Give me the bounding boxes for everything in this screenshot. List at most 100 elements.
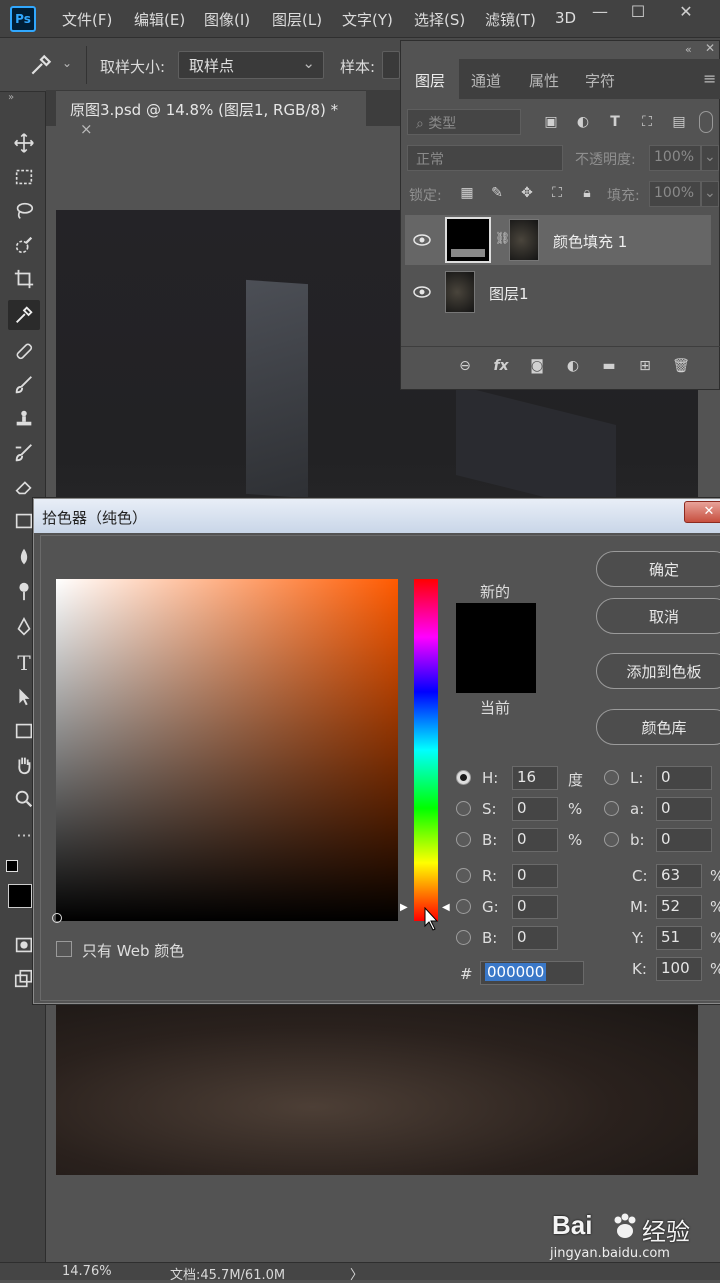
sample-size-select[interactable]: 取样点 ⌄ xyxy=(178,51,324,79)
layer-name[interactable]: 颜色填充 1 xyxy=(553,231,627,252)
new-layer-icon[interactable]: ⊞ xyxy=(635,356,655,376)
quick-selection-tool-icon[interactable] xyxy=(8,230,40,260)
add-to-swatches-button[interactable]: 添加到色板 xyxy=(596,653,720,689)
blue-input[interactable]: 0 xyxy=(512,926,558,950)
saturation-brightness-field[interactable] xyxy=(56,579,398,921)
hue-slider-left-arrow[interactable]: ▶ xyxy=(400,902,408,913)
menu-select[interactable]: 选择(S) xyxy=(414,9,465,30)
document-tab[interactable]: 原图3.psd @ 14.8% (图层1, RGB/8) * × xyxy=(56,90,366,138)
crop-tool-icon[interactable] xyxy=(8,264,40,294)
layer-row-layer1[interactable]: 图层1 xyxy=(405,267,711,317)
minimize-button[interactable]: — xyxy=(582,0,618,22)
menu-type[interactable]: 文字(Y) xyxy=(342,9,393,30)
web-only-checkbox[interactable] xyxy=(56,941,72,957)
visibility-eye-icon[interactable] xyxy=(413,285,431,299)
opacity-input[interactable]: 100% xyxy=(649,145,701,171)
color-cursor[interactable] xyxy=(52,913,62,923)
smart-object-filter-icon[interactable]: ▤ xyxy=(669,112,689,132)
chevron-down-icon[interactable]: ⌄ xyxy=(62,56,72,70)
brightness-input[interactable]: 0 xyxy=(512,828,558,852)
maximize-button[interactable]: ☐ xyxy=(620,0,656,22)
current-color-swatch[interactable] xyxy=(456,649,536,693)
marquee-tool-icon[interactable] xyxy=(8,162,40,192)
eyedropper-tool-icon[interactable] xyxy=(8,300,40,330)
ok-button[interactable]: 确定 xyxy=(596,551,720,587)
zoom-level[interactable]: 14.76% xyxy=(62,1264,112,1279)
filter-kind-select[interactable]: ⌕ 类型 xyxy=(407,109,521,135)
panel-menu-icon[interactable]: ≡ xyxy=(703,69,716,88)
tab-channels[interactable]: 通道 xyxy=(457,59,515,99)
collapse-arrows-icon[interactable]: » xyxy=(8,92,14,103)
radio-b-lab[interactable] xyxy=(604,832,619,847)
clone-stamp-tool-icon[interactable] xyxy=(8,404,40,434)
color-libraries-button[interactable]: 颜色库 xyxy=(596,709,720,745)
new-group-icon[interactable]: ▬ xyxy=(599,356,619,376)
fill-input[interactable]: 100% xyxy=(649,181,701,207)
hex-input[interactable]: 000000 xyxy=(480,961,584,985)
menu-edit[interactable]: 编辑(E) xyxy=(134,9,185,30)
menu-filter[interactable]: 滤镜(T) xyxy=(485,9,536,30)
shape-filter-icon[interactable]: ⛶ xyxy=(637,112,657,132)
radio-l[interactable] xyxy=(604,770,619,785)
black-input[interactable]: 100 xyxy=(656,957,702,981)
radio-saturation[interactable] xyxy=(456,801,471,816)
sample-select[interactable] xyxy=(382,51,400,79)
collapse-panel-icon[interactable]: « xyxy=(685,43,692,56)
opacity-dropdown[interactable]: ⌄ xyxy=(701,145,719,171)
b-lab-input[interactable]: 0 xyxy=(656,828,712,852)
menu-image[interactable]: 图像(I) xyxy=(204,9,250,30)
lock-all-icon[interactable]: 🔒︎ xyxy=(577,183,597,203)
menu-file[interactable]: 文件(F) xyxy=(62,9,112,30)
tab-properties[interactable]: 属性 xyxy=(515,59,573,99)
hue-input[interactable]: 16 xyxy=(512,766,558,790)
link-layers-icon[interactable]: ⊖ xyxy=(455,356,475,376)
a-input[interactable]: 0 xyxy=(656,797,712,821)
lasso-tool-icon[interactable] xyxy=(8,196,40,226)
fill-dropdown[interactable]: ⌄ xyxy=(701,181,719,207)
adjustment-filter-icon[interactable]: ◐ xyxy=(573,112,593,132)
layer-row-color-fill[interactable]: ⛓ 颜色填充 1 xyxy=(405,215,711,265)
eyedropper-tool-preset-icon[interactable] xyxy=(28,52,54,78)
yellow-input[interactable]: 51 xyxy=(656,926,702,950)
radio-brightness[interactable] xyxy=(456,832,471,847)
fill-color-thumbnail[interactable] xyxy=(445,217,491,263)
close-tab-icon[interactable]: × xyxy=(80,120,93,138)
layer-thumbnail[interactable] xyxy=(445,271,475,313)
green-input[interactable]: 0 xyxy=(512,895,558,919)
layer-mask-thumbnail[interactable] xyxy=(509,219,539,261)
tab-layers[interactable]: 图层 xyxy=(401,59,460,99)
l-input[interactable]: 0 xyxy=(656,766,712,790)
healing-brush-tool-icon[interactable] xyxy=(8,336,40,366)
move-tool-icon[interactable] xyxy=(8,128,40,158)
pixel-filter-icon[interactable]: ▣ xyxy=(541,112,561,132)
menu-layer[interactable]: 图层(L) xyxy=(272,9,322,30)
radio-red[interactable] xyxy=(456,868,471,883)
lock-image-icon[interactable]: ✎ xyxy=(487,183,507,203)
blend-mode-select[interactable]: 正常 xyxy=(407,145,563,171)
menu-3d[interactable]: 3D xyxy=(555,9,576,27)
lock-artboard-icon[interactable]: ⛶ xyxy=(547,183,567,203)
type-filter-icon[interactable]: T xyxy=(605,112,625,132)
saturation-input[interactable]: 0 xyxy=(512,797,558,821)
add-mask-icon[interactable]: ◙ xyxy=(527,356,547,376)
radio-green[interactable] xyxy=(456,899,471,914)
close-panel-icon[interactable]: ✕ xyxy=(705,41,715,55)
red-input[interactable]: 0 xyxy=(512,864,558,888)
hue-slider[interactable] xyxy=(414,579,438,921)
radio-blue[interactable] xyxy=(456,930,471,945)
default-colors-icon[interactable] xyxy=(6,860,18,872)
adjustment-layer-icon[interactable]: ◐ xyxy=(563,356,583,376)
radio-hue[interactable] xyxy=(456,770,471,785)
radio-a[interactable] xyxy=(604,801,619,816)
cyan-input[interactable]: 63 xyxy=(656,864,702,888)
hue-slider-right-arrow[interactable]: ◀ xyxy=(442,902,450,913)
status-menu-arrow-icon[interactable]: 〉 xyxy=(350,1264,363,1283)
close-icon[interactable]: ✕ xyxy=(684,501,720,523)
foreground-color-swatch[interactable] xyxy=(8,884,32,908)
visibility-eye-icon[interactable] xyxy=(413,233,431,247)
history-brush-tool-icon[interactable] xyxy=(8,438,40,468)
magenta-input[interactable]: 52 xyxy=(656,895,702,919)
close-window-button[interactable]: ✕ xyxy=(668,0,704,22)
lock-transparent-icon[interactable]: ▦ xyxy=(457,183,477,203)
filter-toggle[interactable] xyxy=(699,111,713,133)
